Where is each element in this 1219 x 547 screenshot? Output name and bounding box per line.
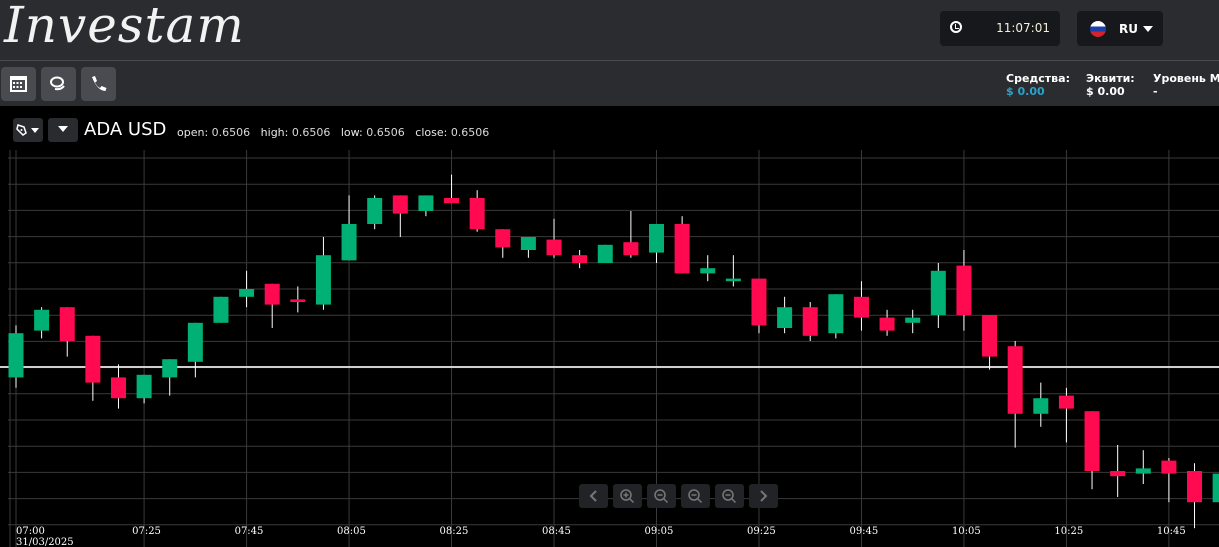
candle-bullish <box>315 255 331 305</box>
symbol-dropdown-button[interactable] <box>48 118 78 142</box>
candle-bearish <box>802 307 818 336</box>
x-tick-label: 09:05 <box>645 526 674 537</box>
candle-bearish <box>956 265 972 315</box>
close-value: 0.6506 <box>450 126 490 139</box>
candle-bullish <box>136 374 152 399</box>
x-tick-label: 10:25 <box>1054 526 1083 537</box>
candle-bearish <box>853 296 869 318</box>
candle-bullish <box>341 224 357 261</box>
high-value: 0.6506 <box>291 126 331 139</box>
chevron-down-icon <box>58 126 68 132</box>
candle-bearish <box>1007 346 1023 414</box>
x-tick-label: 10:05 <box>952 526 981 537</box>
candle-bearish <box>290 299 306 302</box>
candle-bearish <box>674 224 690 274</box>
candle-bearish <box>546 239 562 256</box>
candle-bearish <box>751 278 767 326</box>
scroll-right-button[interactable] <box>749 484 778 508</box>
candle-bullish <box>1033 398 1049 414</box>
candle-bullish <box>905 317 921 323</box>
zoom-reset-button[interactable] <box>681 484 710 508</box>
candle-bullish <box>213 296 229 323</box>
candle-bullish <box>930 270 946 315</box>
x-tick-label: 08:25 <box>440 526 469 537</box>
candlestick-chart[interactable]: 07:00 07:25 07:45 08:05 08:25 08:45 09:05 09:25… <box>0 0 1219 547</box>
ohlc-readout: open: 0.6506 high: 0.6506 low: 0.6506 cl… <box>177 126 496 139</box>
candle-bearish <box>495 229 511 248</box>
candle-bearish <box>572 255 588 263</box>
candle-bearish <box>1110 471 1126 477</box>
x-tick-label: 08:05 <box>337 526 366 537</box>
zoom-in-button[interactable] <box>613 484 642 508</box>
candle-bearish <box>623 242 639 256</box>
x-tick-label: 10:45 <box>1157 526 1186 537</box>
scroll-left-button[interactable] <box>579 484 608 508</box>
candle-bullish <box>187 322 203 362</box>
high-label: high: <box>260 126 289 139</box>
chevron-down-icon <box>31 128 39 133</box>
zoom-in-icon <box>620 489 635 504</box>
candle-bullish <box>418 195 434 211</box>
candle-bearish <box>879 317 895 331</box>
candle-bullish <box>725 278 741 282</box>
drawing-tools-button[interactable] <box>13 118 43 142</box>
candle-bullish <box>162 359 178 378</box>
candle-bullish <box>828 294 844 334</box>
candle-bullish <box>520 237 536 250</box>
candle-bullish <box>239 289 255 297</box>
candle-bullish <box>8 333 24 378</box>
candle-bullish <box>1135 468 1151 474</box>
chevron-right-icon <box>760 490 768 502</box>
zoom-fit-icon <box>722 489 737 504</box>
chevron-left-icon <box>589 490 597 502</box>
x-tick-label: 09:25 <box>747 526 776 537</box>
candle-bullish <box>1212 473 1219 503</box>
open-value: 0.6506 <box>211 126 251 139</box>
x-tick-label: 07:45 <box>235 526 264 537</box>
zoom-fit-button[interactable] <box>715 484 744 508</box>
candle-bearish <box>1161 460 1177 474</box>
candle-bearish <box>444 198 460 204</box>
close-label: close: <box>415 126 448 139</box>
candle-bearish <box>59 307 75 341</box>
candle-bearish <box>392 195 408 214</box>
candle-bullish <box>700 268 716 274</box>
x-tick-label: 07:00 <box>16 526 45 537</box>
candle-bearish <box>264 283 280 305</box>
candle-bullish <box>367 198 383 224</box>
candle-bearish <box>1058 395 1074 409</box>
candle-bearish <box>1187 471 1203 503</box>
open-label: open: <box>177 126 209 139</box>
x-tick-label: 09:45 <box>849 526 878 537</box>
zoom-reset-icon <box>688 489 703 504</box>
candle-bearish <box>469 198 485 230</box>
x-tick-label: 07:25 <box>132 526 161 537</box>
low-label: low: <box>340 126 363 139</box>
candle-bullish <box>34 309 50 331</box>
zoom-out-button[interactable] <box>647 484 676 508</box>
candle-bearish <box>982 315 998 357</box>
date-label: 31/03/2025 <box>16 537 74 547</box>
symbol-name: ADA USD <box>84 119 167 140</box>
candle-bearish <box>1084 411 1100 471</box>
zoom-out-icon <box>654 489 669 504</box>
x-tick-label: 08:45 <box>542 526 571 537</box>
candle-bearish <box>110 377 126 399</box>
candle-bullish <box>597 244 613 263</box>
candle-bullish <box>649 224 664 253</box>
candle-bullish <box>777 307 793 328</box>
candle-bearish <box>85 335 101 383</box>
low-value: 0.6506 <box>366 126 405 139</box>
